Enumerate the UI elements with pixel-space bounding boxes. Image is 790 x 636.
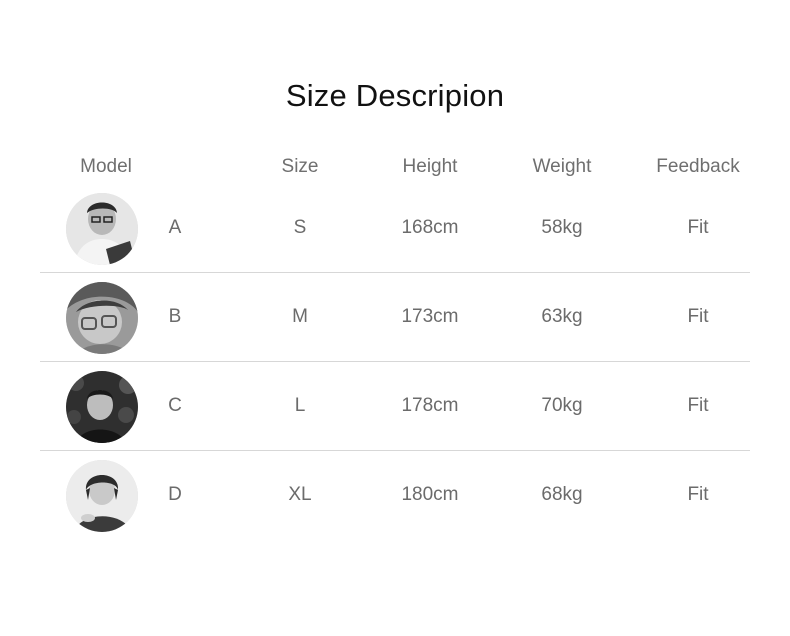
model-b-portrait-icon [66, 282, 138, 354]
table-row: D XL 180cm 68kg Fit [0, 451, 790, 540]
row-weight: 63kg [541, 306, 583, 327]
page-title: Size Descripion [285, 78, 505, 113]
row-model: B [168, 306, 182, 327]
header-weight: Weight [532, 156, 592, 177]
row-height: 173cm [401, 306, 459, 327]
row-height: 168cm [401, 217, 459, 238]
row-weight: 68kg [541, 484, 583, 505]
row-height: 180cm [401, 484, 459, 505]
row-model: C [168, 395, 182, 416]
row-weight: 58kg [541, 217, 583, 238]
row-size: L [294, 395, 306, 416]
row-size: XL [288, 484, 312, 505]
row-feedback: Fit [687, 217, 709, 238]
row-weight: 70kg [541, 395, 583, 416]
table-header: Model Size Height Weight Feedback [0, 156, 790, 182]
header-feedback: Feedback [656, 156, 740, 177]
table-row: B M 173cm 63kg Fit [0, 273, 790, 362]
header-model: Model [80, 156, 132, 177]
row-size: M [292, 306, 308, 327]
row-model: D [168, 484, 182, 505]
row-feedback: Fit [687, 306, 709, 327]
row-feedback: Fit [687, 395, 709, 416]
table-row: C L 178cm 70kg Fit [0, 362, 790, 451]
row-height: 178cm [401, 395, 459, 416]
table-row: A S 168cm 58kg Fit [0, 184, 790, 273]
model-a-portrait-icon [66, 193, 138, 265]
model-d-portrait-icon [66, 460, 138, 532]
header-size: Size [281, 156, 319, 177]
row-feedback: Fit [687, 484, 709, 505]
model-c-portrait-icon [66, 371, 138, 443]
row-model: A [168, 217, 182, 238]
header-height: Height [402, 156, 458, 177]
row-size: S [293, 217, 307, 238]
